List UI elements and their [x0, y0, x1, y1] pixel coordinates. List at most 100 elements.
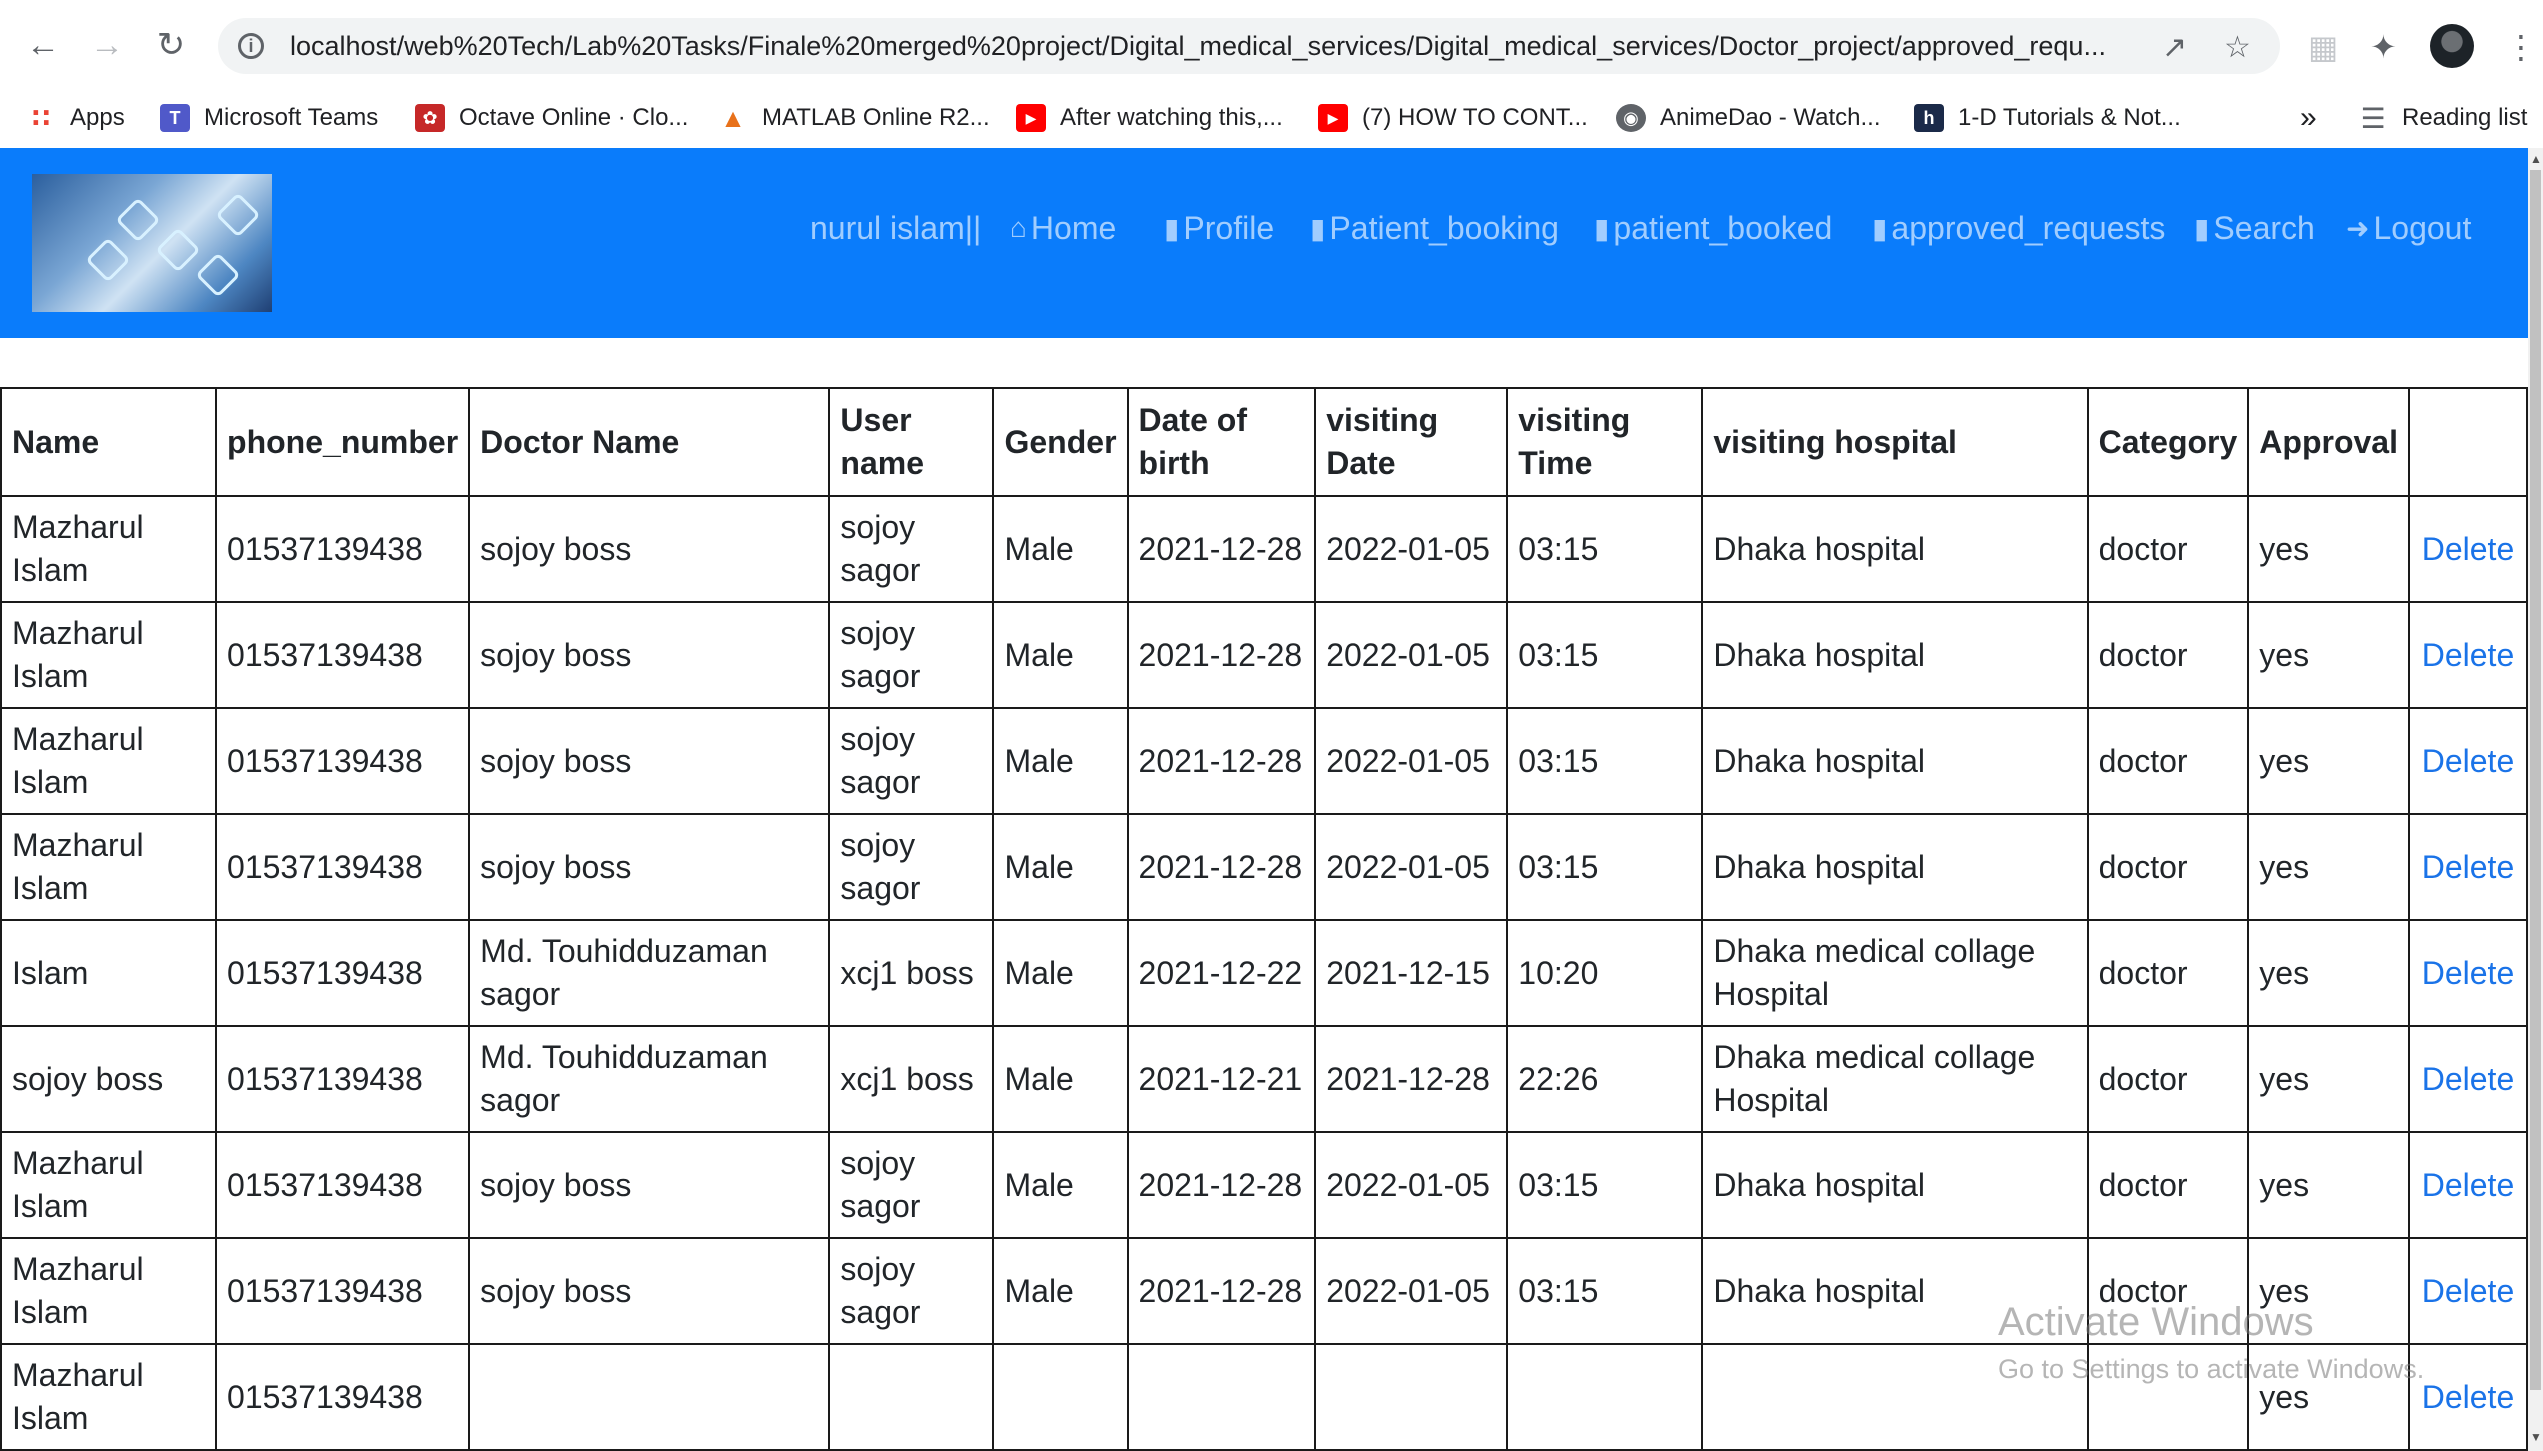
delete-link[interactable]: Delete	[2407, 707, 2529, 815]
cell-phone-number: 01537139438	[215, 813, 471, 921]
profile-avatar[interactable]	[2430, 24, 2474, 68]
page-scrollbar[interactable]: ▲ ▼	[2528, 148, 2543, 1451]
cell-visiting-hospital: Dhaka hospital	[1701, 601, 2089, 709]
reading-list-button[interactable]: ☰ Reading list	[2358, 102, 2527, 134]
column-header-visiting-date: visiting Date	[1314, 387, 1509, 497]
cell-approval: yes	[2247, 1025, 2410, 1133]
delete-link[interactable]: Delete	[2407, 1131, 2529, 1239]
bookmark-octave-online[interactable]: ✿ Octave Online · Clo...	[415, 102, 688, 134]
bookmark-label: After watching this,...	[1060, 104, 1283, 131]
scroll-down-icon[interactable]: ▼	[2530, 1430, 2542, 1444]
cell-visiting-time: 03:15	[1506, 707, 1704, 815]
cell-visiting-hospital: Dhaka hospital	[1701, 495, 2089, 603]
column-header-approval: Approval	[2247, 387, 2410, 497]
delete-link[interactable]: Delete	[2407, 1237, 2529, 1345]
delete-link[interactable]: Delete	[2407, 813, 2529, 921]
cell-visiting-date: 2022-01-05	[1314, 601, 1509, 709]
youtube-icon: ▶	[1016, 104, 1046, 132]
nav-user-name: nurul islam||	[810, 209, 982, 246]
cell-phone-number: 01537139438	[215, 1025, 471, 1133]
bookmark-animedao[interactable]: ◉ AnimeDao - Watch...	[1616, 102, 1881, 134]
delete-link[interactable]: Delete	[2407, 495, 2529, 603]
nav-home[interactable]: ⌂ Home	[1010, 208, 1116, 248]
logo-decoration	[195, 252, 241, 298]
bookmark-youtube-1[interactable]: ▶ After watching this,...	[1016, 102, 1283, 134]
delete-link[interactable]: Delete	[2407, 601, 2529, 709]
cell-approval: yes	[2247, 813, 2410, 921]
cell-approval: yes	[2247, 1131, 2410, 1239]
cell-category: doctor	[2086, 1025, 2250, 1133]
cell-approval: yes	[2247, 601, 2410, 709]
cell-visiting-time: 03:15	[1506, 1237, 1704, 1345]
cell-approval: yes	[2247, 707, 2410, 815]
bookmark-label: Microsoft Teams	[204, 104, 379, 131]
cell-date-of-birth: 2021-12-28	[1126, 1237, 1317, 1345]
delete-link[interactable]: Delete	[2407, 1343, 2529, 1451]
cell-gender: Male	[992, 919, 1129, 1027]
forward-arrow-icon[interactable]: →	[84, 22, 130, 68]
nav-patient-booked[interactable]: ▮ patient_booked	[1594, 208, 1832, 248]
nav-approved-requests[interactable]: ▮ approved_requests	[1872, 208, 2165, 248]
cell-phone-number: 01537139438	[215, 1131, 471, 1239]
cell-visiting-date: 2022-01-05	[1314, 1131, 1509, 1239]
cell-visiting-date: 2022-01-05	[1314, 813, 1509, 921]
cell-gender: Male	[992, 813, 1129, 921]
cell-visiting-date: 2022-01-05	[1314, 707, 1509, 815]
bookmark-matlab-online[interactable]: ▲ MATLAB Online R2...	[718, 102, 990, 134]
cell-category: doctor	[2086, 601, 2250, 709]
nav-patient-booking[interactable]: ▮ Patient_booking	[1310, 208, 1559, 248]
logo-decoration	[155, 227, 201, 273]
back-arrow-icon[interactable]: ←	[20, 22, 66, 68]
teams-icon: T	[160, 104, 190, 132]
extension-icon[interactable]: ▦	[2308, 28, 2338, 66]
cell-phone-number: 01537139438	[215, 495, 471, 603]
delete-link[interactable]: Delete	[2407, 1025, 2529, 1133]
site-logo[interactable]	[32, 174, 272, 312]
bookmark-youtube-2[interactable]: ▶ (7) HOW TO CONT...	[1318, 102, 1588, 134]
bookmark-microsoft-teams[interactable]: T Microsoft Teams	[160, 102, 378, 134]
column-header-gender: Gender	[992, 387, 1129, 497]
cell-user-name: sojoy sagor	[828, 601, 995, 709]
puzzle-extensions-icon[interactable]: ✦	[2370, 28, 2397, 66]
cell-name: Mazharul Islam	[0, 601, 218, 709]
cell-phone-number: 01537139438	[215, 1237, 471, 1345]
cell-phone-number: 01537139438	[215, 601, 471, 709]
column-header-name: Name	[0, 387, 218, 497]
cell-gender: Male	[992, 707, 1129, 815]
bookmark-apps[interactable]: ∷ Apps	[26, 102, 125, 134]
cell-date-of-birth: 2021-12-28	[1126, 1131, 1317, 1239]
id-badge-icon: ▮	[1872, 212, 1888, 244]
cell-doctor-name: sojoy boss	[468, 813, 831, 921]
logo-decoration	[115, 197, 161, 243]
cell-doctor-name: sojoy boss	[468, 1237, 831, 1345]
bookmark-star-icon[interactable]: ☆	[2224, 30, 2251, 65]
url-text[interactable]: localhost/web%20Tech/Lab%20Tasks/Finale%…	[290, 31, 2140, 62]
table-row: sojoy boss 01537139438 Md. Touhidduzaman s…	[0, 1025, 2529, 1133]
kebab-menu-icon[interactable]: ⋮	[2505, 28, 2537, 66]
scrollbar-thumb[interactable]	[2530, 170, 2541, 1390]
bookmarks-bar: ∷ Apps T Microsoft Teams ✿ Octave Online…	[0, 88, 2543, 149]
nav-label: patient_booked	[1613, 209, 1833, 246]
cell-user-name: sojoy sagor	[828, 813, 995, 921]
table-row: Mazharul Islam 01537139438 sojoy boss sojoy…	[0, 601, 2529, 709]
cell-visiting-hospital: Dhaka medical collage Hospital	[1701, 1025, 2089, 1133]
cell-date-of-birth: 2021-12-28	[1126, 707, 1317, 815]
nav-search[interactable]: ▮ Search	[2194, 208, 2315, 248]
bookmark-label: (7) HOW TO CONT...	[1362, 104, 1588, 131]
nav-label: approved_requests	[1891, 209, 2166, 246]
cell-visiting-time: 03:15	[1506, 1131, 1704, 1239]
more-bookmarks-button[interactable]: »	[2300, 101, 2317, 134]
share-icon[interactable]: ↗	[2162, 30, 2187, 65]
table-row: Mazharul Islam 01537139438 sojoy boss sojoy…	[0, 1131, 2529, 1239]
site-info-icon[interactable]: i	[238, 33, 264, 59]
approved-requests-table-container: Name phone_number Doctor Name User name …	[0, 387, 2529, 1451]
cell-approval: yes	[2247, 919, 2410, 1027]
bookmark-tutorials[interactable]: h 1-D Tutorials & Not...	[1914, 102, 2181, 134]
delete-link[interactable]: Delete	[2407, 919, 2529, 1027]
address-bar[interactable]: i localhost/web%20Tech/Lab%20Tasks/Final…	[218, 18, 2280, 74]
table-row: Mazharul Islam 01537139438 sojoy boss sojoy…	[0, 813, 2529, 921]
reload-icon[interactable]: ↻	[148, 22, 194, 68]
nav-profile[interactable]: ▮ Profile	[1164, 208, 1274, 248]
nav-logout[interactable]: ➜ Logout	[2346, 208, 2471, 248]
scroll-up-icon[interactable]: ▲	[2530, 152, 2542, 166]
